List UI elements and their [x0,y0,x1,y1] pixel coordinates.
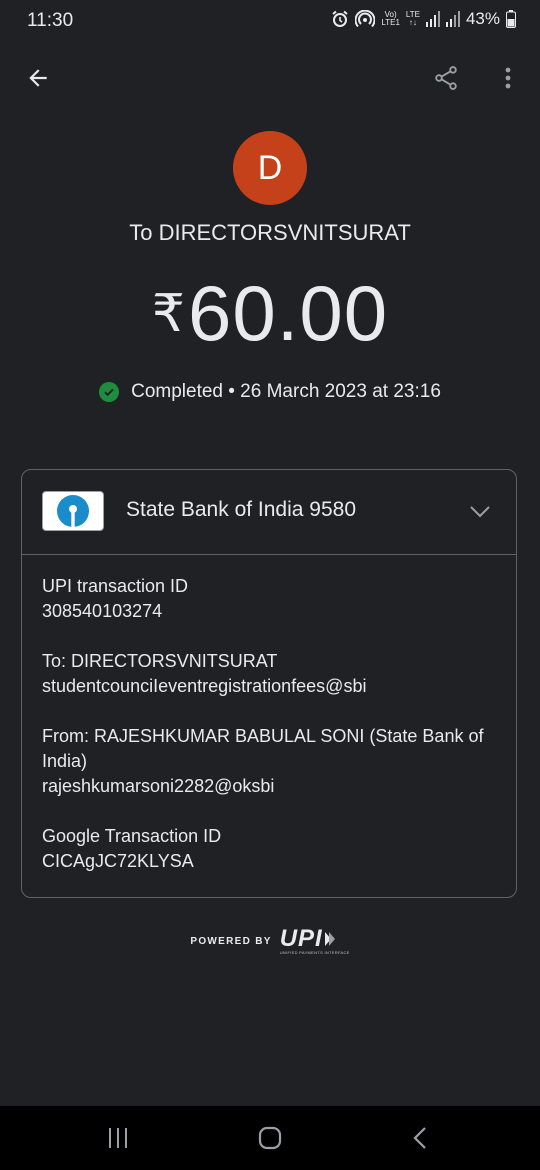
amount-value: 60.00 [187,269,389,357]
recipient-avatar: D [233,131,307,205]
signal-icon-2 [445,11,460,27]
powered-by-label: POWERED BY [190,936,272,947]
lte-indicator: LTE ↑↓ [405,10,420,27]
more-vert-icon [505,67,511,89]
share-button[interactable] [428,60,464,96]
currency-symbol: ₹ [151,285,186,343]
more-options-button[interactable] [490,60,526,96]
status-icons: Vo) LTE1 LTE ↑↓ 43% [331,9,516,29]
volte-indicator: Vo) LTE1 [381,10,400,27]
from-block: From: RAJESHKUMAR BABULAL SONI (State Ba… [42,724,492,799]
upi-transaction-id-label: UPI transaction ID [42,576,189,596]
app-bar [0,52,540,106]
battery-icon [506,10,516,28]
google-transaction-id-label: Google Transaction ID [42,826,222,846]
powered-by-upi: POWERED BY UPI UNIFIED PAYMENTS INTERFAC… [0,925,540,956]
back-button[interactable] [20,60,56,96]
transaction-details-card: State Bank of India 9580 UPI transaction… [21,469,517,898]
status-bar: 11:30 Vo) LTE1 LTE ↑↓ 43% [0,0,540,44]
to-label: To: DIRECTORSVNITSURAT [42,651,278,671]
upi-logo-subtitle: UNIFIED PAYMENTS INTERFACE [279,950,350,955]
data-arrows-icon: ↑↓ [408,18,417,27]
upi-logo: UPI UNIFIED PAYMENTS INTERFACE [279,925,350,956]
home-icon [258,1126,282,1150]
check-circle-icon [99,382,120,402]
status-time: 11:30 [27,10,74,31]
arrow-back-icon [29,69,47,87]
to-upi-id[interactable]: studentcounciIeventregistrationfees@sbi [42,674,492,699]
recents-icon [109,1128,127,1148]
back-nav-button[interactable] [400,1124,440,1152]
to-block: To: DIRECTORSVNITSURAT studentcounciIeve… [42,649,492,699]
upi-transaction-id-value[interactable]: 308540103274 [42,599,492,624]
from-upi-id[interactable]: rajeshkumarsoni2282@oksbi [42,774,492,799]
recents-button[interactable] [98,1124,138,1152]
chevron-down-icon[interactable] [468,500,492,529]
google-transaction-id-value[interactable]: CICAgJC72KLYSA [42,849,492,874]
upi-arrow-icon [324,932,335,946]
system-navigation-bar [0,1106,540,1170]
bank-name: State Bank of India 9580 [126,498,357,521]
status-text: Completed • 26 March 2023 at 23:16 [131,381,441,402]
bank-account-row[interactable]: State Bank of India 9580 [22,470,516,555]
sbi-logo-icon [42,491,104,531]
alarm-icon [332,10,348,27]
google-transaction-id-block: Google Transaction ID CICAgJC72KLYSA [42,824,492,874]
recipient-title: To DIRECTORSVNITSURAT [129,220,411,245]
from-label: From: RAJESHKUMAR BABULAL SONI (State Ba… [42,726,484,771]
chevron-left-icon [413,1127,426,1149]
upi-transaction-id-block: UPI transaction ID 308540103274 [42,574,492,624]
upi-logo-text: UPI [279,925,323,952]
share-icon [435,66,457,90]
battery-percent: 43% [465,9,500,28]
signal-icon-1 [425,11,440,27]
hotspot-icon [355,10,376,28]
amount: ₹60.00 [0,268,540,359]
transaction-status: Completed • 26 March 2023 at 23:16 [0,381,540,403]
home-button[interactable] [250,1124,290,1152]
